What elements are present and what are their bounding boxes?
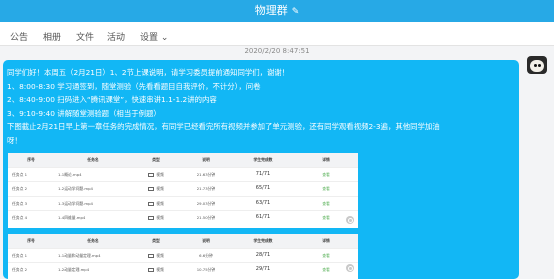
cell-task-name: 1-2运动学问题.mp4 (54, 181, 132, 196)
cell-completion: 65/71 (232, 181, 294, 196)
cell-task-no: 任务点 1 (8, 166, 54, 182)
monitor-icon (148, 187, 155, 191)
cell-type: 视频 (132, 247, 180, 263)
monitor-icon (148, 201, 155, 206)
cell-task-name: 1-2动量定理.mp4 (54, 262, 132, 277)
task-table-1: 序号 任务名 类型 说明 学生完成数 详情 任务点 1 1-1概论.mp4 视频… (8, 153, 358, 225)
avatar-eye (534, 64, 537, 67)
table-header: 类型 (132, 234, 180, 248)
tab-bar: 公告 相册 文件 活动 设置 ⌄ (0, 22, 554, 46)
cell-task-no: 任务点 2 (8, 262, 54, 277)
monitor-icon (148, 268, 155, 272)
cell-task-no: 任务点 3 (8, 195, 54, 211)
cell-completion: 63/71 (232, 195, 294, 211)
avatar-face (530, 60, 544, 72)
type-label: 视频 (156, 252, 164, 258)
window-title: 物理群 (254, 4, 288, 17)
cell-type: 视频 (132, 195, 180, 211)
tab-settings[interactable]: 设置 ⌄ (140, 30, 168, 43)
cell-task-name: 1-1概论.mp4 (54, 166, 132, 182)
table-header: 说明 (180, 153, 232, 167)
cell-task-name: 1-3运动学问题.mp4 (54, 195, 132, 211)
cell-duration: 29.03分钟 (180, 195, 232, 211)
message-line-1: 同学们好！本周五（2月21日）1、2节上课说明，请学习委员提前通知同学们，谢谢！ (7, 68, 290, 77)
avatar[interactable] (527, 56, 547, 74)
table-row: 任务点 2 1-2运动学问题.mp4 视频 21.73分钟 65/71 查看 (8, 181, 358, 196)
cell-duration: 21.50分钟 (180, 210, 232, 225)
cell-task-no: 任务点 4 (8, 210, 54, 225)
message-line-2: 1、8:00-8:30 学习通签到，随堂测验（先看看题目自我评价，不计分），问卷 (7, 81, 261, 91)
avatar-eye (538, 64, 541, 67)
cell-view-link: 查看 (294, 247, 358, 263)
cell-task-name: 1-4四维量.mp4 (54, 210, 132, 225)
message-timestamp: 2020/2/20 8:47:51 (244, 47, 310, 55)
table-header: 详情 (294, 234, 358, 248)
cell-completion: 71/71 (232, 166, 294, 182)
cell-duration: 6.6分钟 (180, 247, 232, 263)
tab-files[interactable]: 文件 (76, 30, 94, 43)
task-table-image-1[interactable]: 序号 任务名 类型 说明 学生完成数 详情 任务点 1 1-1概论.mp4 视频… (8, 153, 358, 228)
pencil-icon[interactable]: ✎ (292, 7, 300, 17)
window-titlebar: 物理群 ✎ (0, 0, 554, 22)
table-header: 任务名 (54, 153, 132, 167)
cell-task-name: 1-1动量和动量定理.mp4 (54, 247, 132, 263)
table-header: 任务名 (54, 234, 132, 248)
cell-view-link: 查看 (294, 166, 358, 182)
type-label: 视频 (156, 200, 164, 206)
type-label: 视频 (156, 215, 164, 220)
cell-type: 视频 (132, 166, 180, 182)
table-row: 任务点 4 1-4四维量.mp4 视频 21.50分钟 61/71 查看 (8, 210, 358, 225)
message-line-5: 下图截止2月21日早上第一章任务的完成情况，有同学已经看完所有视频并参加了单元测… (7, 122, 440, 131)
table-row: 任务点 2 1-2动量定理.mp4 视频 10.75分钟 29/71 查看 (8, 262, 358, 277)
message-line-3: 2、8:40-9:00 扫码进入“腾讯课堂”，快速串讲1.1-1.2讲的内容 (7, 95, 217, 104)
cell-type: 视频 (132, 262, 180, 277)
table-header: 序号 (8, 153, 54, 167)
tab-album[interactable]: 相册 (43, 30, 61, 43)
cell-view-link: 查看 (294, 181, 358, 196)
monitor-icon (148, 172, 155, 177)
message-line-4: 3、9:10-9:40 讲解随堂测验题（相当于例题） (7, 108, 161, 118)
monitor-icon (148, 216, 155, 220)
cell-task-no: 任务点 2 (8, 181, 54, 196)
table-header: 类型 (132, 153, 180, 167)
table-row: 任务点 1 1-1概论.mp4 视频 21.63分钟 71/71 查看 (8, 166, 358, 182)
cell-duration: 21.63分钟 (180, 166, 232, 182)
message-bubble[interactable]: 同学们好！本周五（2月21日）1、2节上课说明，请学习委员提前通知同学们，谢谢！… (3, 60, 519, 279)
cell-task-no: 任务点 1 (8, 247, 54, 263)
table-header: 详情 (294, 153, 358, 167)
table-header: 学生完成数 (232, 234, 294, 248)
tab-announcements[interactable]: 公告 (10, 30, 28, 43)
tab-activities[interactable]: 活动 (107, 30, 125, 43)
task-table-image-2[interactable]: 序号 任务名 类型 说明 学生完成数 详情 任务点 1 1-1动量和动量定理.m… (8, 234, 358, 279)
cell-duration: 21.73分钟 (180, 181, 232, 196)
type-label: 视频 (156, 186, 164, 191)
cell-duration: 10.75分钟 (180, 262, 232, 277)
cell-completion: 28/71 (232, 247, 294, 263)
cell-view-link: 查看 (294, 195, 358, 211)
table-row: 任务点 3 1-3运动学问题.mp4 视频 29.03分钟 63/71 查看 (8, 195, 358, 211)
type-label: 视频 (156, 267, 164, 272)
cell-completion: 61/71 (232, 210, 294, 225)
table-header: 学生完成数 (232, 153, 294, 167)
monitor-icon (148, 253, 155, 258)
table-row: 任务点 1 1-1动量和动量定理.mp4 视频 6.6分钟 28/71 查看 (8, 247, 358, 263)
zoom-icon[interactable] (346, 216, 354, 224)
cell-completion: 29/71 (232, 262, 294, 277)
message-line-6: 呀！ (7, 135, 22, 145)
table-header: 序号 (8, 234, 54, 248)
table-header: 说明 (180, 234, 232, 248)
task-table-2: 序号 任务名 类型 说明 学生完成数 详情 任务点 1 1-1动量和动量定理.m… (8, 234, 358, 277)
zoom-icon[interactable] (346, 264, 354, 272)
cell-type: 视频 (132, 210, 180, 225)
cell-type: 视频 (132, 181, 180, 196)
type-label: 视频 (156, 171, 164, 177)
